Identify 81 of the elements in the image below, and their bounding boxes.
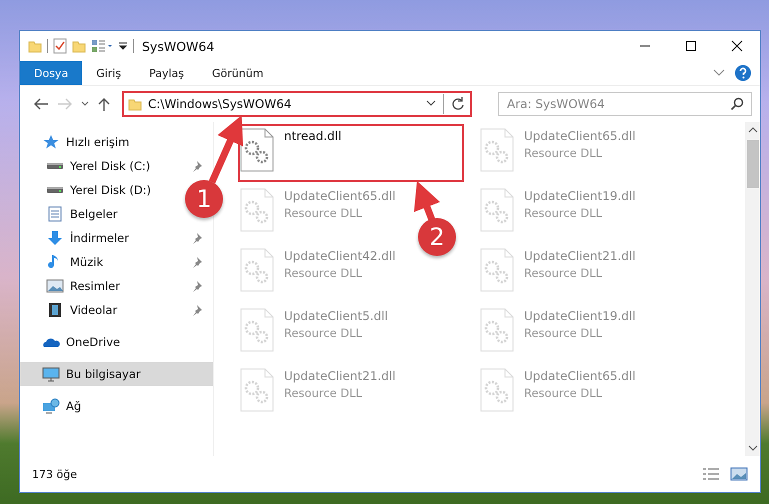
file-tile[interactable]: ntread.dll (238, 124, 464, 182)
ribbon-tab[interactable]: Görünüm (198, 61, 278, 85)
file-name: ntread.dll (284, 129, 342, 143)
ribbon-tab[interactable]: Paylaş (135, 61, 198, 85)
folder-icon (128, 97, 142, 111)
back-arrow-icon[interactable] (32, 96, 50, 112)
annotation-arrow (208, 115, 244, 184)
settings-file-icon (480, 188, 514, 232)
picture-icon (46, 278, 64, 294)
document-icon (46, 206, 64, 222)
file-name: UpdateClient65.dll (524, 369, 636, 383)
search-icon (730, 97, 744, 111)
settings-file-icon (480, 368, 514, 412)
file-type: Resource DLL (284, 386, 364, 400)
scroll-down-icon[interactable] (748, 444, 758, 452)
settings-file-icon (480, 248, 514, 292)
file-name: UpdateClient65.dll (524, 129, 636, 143)
settings-file-icon (240, 368, 274, 412)
settings-file-icon (240, 128, 274, 172)
file-name: UpdateClient42.dll (284, 249, 396, 263)
file-type: Resource DLL (284, 206, 364, 220)
drive-icon (46, 186, 64, 194)
ribbon-tab[interactable]: Dosya (20, 61, 82, 85)
refresh-icon[interactable] (450, 96, 466, 112)
sidebar-item[interactable]: Resimler (20, 274, 213, 298)
monitor-icon (42, 366, 60, 382)
details-view-icon[interactable] (702, 467, 720, 481)
file-name: UpdateClient19.dll (524, 309, 636, 323)
scroll-up-icon[interactable] (748, 126, 758, 134)
sidebar-item[interactable]: Yerel Disk (D:) (20, 178, 162, 202)
item-count: 173 öğe (32, 468, 77, 480)
sidebar-item[interactable]: Belgeler (20, 202, 128, 226)
file-name: UpdateClient5.dll (284, 309, 388, 323)
large-icons-view-icon[interactable] (730, 467, 748, 481)
file-type: Resource DLL (524, 326, 604, 340)
file-type: Resource DLL (284, 266, 364, 280)
settings-file-icon (240, 188, 274, 232)
sidebar-item[interactable]: OneDrive (20, 330, 213, 354)
download-arrow-icon (46, 230, 64, 246)
file-name: UpdateClient65.dll (284, 189, 396, 203)
scrollbar[interactable] (745, 122, 760, 456)
window-title: SysWOW64 (142, 38, 214, 54)
search-field[interactable]: Ara: SysWOW64 (498, 92, 752, 116)
settings-file-icon (240, 308, 274, 352)
help-icon[interactable] (734, 64, 752, 82)
file-type: Resource DLL (524, 146, 604, 160)
annotation-arrow (414, 180, 440, 222)
drive-icon (46, 162, 64, 170)
expand-ribbon-icon[interactable] (712, 68, 726, 78)
pin-icon[interactable] (191, 280, 203, 292)
sidebar-item[interactable]: Yerel Disk (C:) (20, 154, 213, 178)
sidebar-item[interactable]: Ağ (20, 394, 213, 418)
network-icon (42, 398, 60, 414)
settings-file-icon (480, 128, 514, 172)
file-type: Resource DLL (524, 206, 604, 220)
address-field[interactable]: C:\Windows\SysWOW64 (122, 91, 472, 117)
pin-icon[interactable] (191, 232, 203, 244)
file-type: Resource DLL (284, 326, 364, 340)
settings-file-icon (480, 308, 514, 352)
properties-icon[interactable] (53, 38, 67, 54)
scrollbar-thumb[interactable] (746, 140, 758, 188)
customize-caret-icon[interactable] (118, 40, 128, 52)
up-arrow-icon[interactable] (96, 96, 112, 112)
file-type: Resource DLL (524, 266, 604, 280)
sidebar-item[interactable]: Bu bilgisayar (20, 362, 213, 386)
view-options-icon[interactable] (91, 39, 113, 53)
ribbon-tab[interactable]: Giriş (82, 61, 136, 85)
sidebar-item[interactable]: İndirmeler (20, 226, 213, 250)
file-name: UpdateClient21.dll (524, 249, 636, 263)
pin-icon[interactable] (191, 304, 203, 316)
pin-icon[interactable] (191, 160, 203, 172)
sidebar-item[interactable]: Videolar (20, 298, 213, 322)
sidebar-item[interactable]: Müzik (20, 250, 213, 274)
film-icon (46, 302, 64, 318)
file-name: UpdateClient19.dll (524, 189, 636, 203)
file-type: Resource DLL (524, 386, 604, 400)
star-icon (42, 134, 60, 150)
pin-icon[interactable] (191, 256, 203, 268)
file-name: UpdateClient21.dll (284, 369, 396, 383)
settings-file-icon (240, 248, 274, 292)
sidebar-item[interactable]: Hızlı erişim (20, 130, 213, 154)
